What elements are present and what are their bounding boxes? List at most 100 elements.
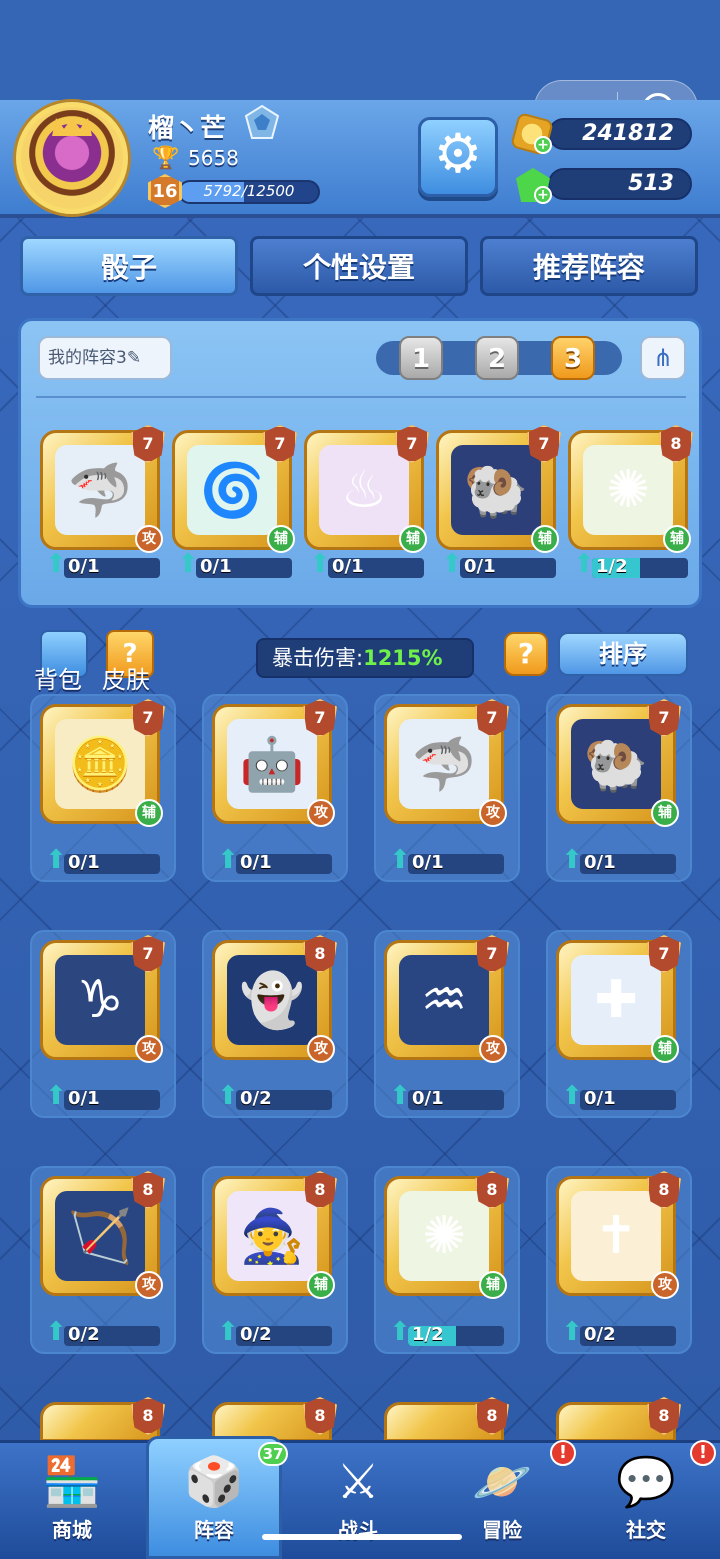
upgrade-arrow-icon: ⬆ xyxy=(45,1081,67,1111)
progress-text: 0/2 xyxy=(240,1088,272,1109)
trophy-count: 5658 xyxy=(188,146,239,170)
dice-role-badge: 辅 xyxy=(479,1271,507,1299)
rank-diamond-icon xyxy=(244,104,280,139)
dice-card[interactable]: 🦈 7 攻 xyxy=(40,425,165,553)
upgrade-arrow-icon: ⬆ xyxy=(45,1317,67,1347)
dice-card[interactable]: ♑ 7 攻 xyxy=(40,935,165,1063)
dice-icon: ✺ xyxy=(422,1206,466,1266)
slot-2-button[interactable]: 2 xyxy=(475,336,519,380)
coin-value: 241812 xyxy=(582,121,674,146)
dice-card[interactable]: ✺ 8 辅 xyxy=(568,425,693,553)
backpack-label[interactable]: 背包 xyxy=(34,660,82,695)
progress-text: 0/2 xyxy=(240,1324,272,1345)
nav-shop[interactable]: 🏪 商城 xyxy=(12,1450,132,1550)
player-name: 榴丶芒 xyxy=(148,114,227,144)
progress-text: 0/1 xyxy=(68,1088,100,1109)
upgrade-arrow-icon: ⬆ xyxy=(389,845,411,875)
upgrade-arrow-icon: ⬆ xyxy=(45,845,67,875)
dice-role-badge: 辅 xyxy=(663,525,691,553)
dice-icon: 🐏 xyxy=(583,734,649,795)
share-button[interactable]: ⋔ xyxy=(640,336,686,380)
dice-level-badge: 8 xyxy=(303,1397,337,1435)
dice-upgrade-progress: ⬆ 1/2 xyxy=(386,1318,504,1346)
dice-icon: ✚ xyxy=(594,970,638,1030)
dice-face: 👻 xyxy=(227,955,317,1045)
dice-level-badge: 8 xyxy=(647,1397,681,1435)
gem-value: 513 xyxy=(628,171,674,196)
dice-card[interactable]: 🌀 7 辅 xyxy=(172,425,297,553)
sort-button[interactable]: 排序 xyxy=(558,632,688,676)
upgrade-arrow-icon: ⬆ xyxy=(45,549,67,579)
dice-card[interactable]: 🪙 7 辅 xyxy=(40,699,165,827)
dice-card[interactable]: 🧙 8 辅 xyxy=(212,1171,337,1299)
dice-upgrade-progress: ⬆ 0/1 xyxy=(558,1082,676,1110)
progress-text: 0/1 xyxy=(68,556,100,577)
slot-1-button[interactable]: 1 xyxy=(399,336,443,380)
dice-card[interactable]: 👻 8 攻 xyxy=(212,935,337,1063)
adventure-alert-badge: ! xyxy=(550,1440,576,1466)
add-coin-icon[interactable]: + xyxy=(534,136,552,154)
dice-face: ♒ xyxy=(399,955,489,1045)
tab-recommended[interactable]: 推荐阵容 xyxy=(480,236,698,296)
upgrade-arrow-icon: ⬆ xyxy=(389,1317,411,1347)
dice-upgrade-progress: ⬆ 1/2 xyxy=(570,550,688,578)
trophy-icon: 🏆 xyxy=(152,146,180,171)
progress-text: 0/1 xyxy=(584,852,616,873)
dice-upgrade-progress: ⬆ 0/2 xyxy=(214,1318,332,1346)
nav-social[interactable]: 💬 社交 xyxy=(586,1450,706,1550)
dice-card-partial[interactable]: 8 xyxy=(40,1397,165,1442)
dice-icon: 👻 xyxy=(239,970,305,1031)
dice-card[interactable]: ✚ 7 辅 xyxy=(556,935,681,1063)
dice-card[interactable]: 🤖 7 攻 xyxy=(212,699,337,827)
upgrade-arrow-icon: ⬆ xyxy=(561,1317,583,1347)
gear-icon[interactable]: ⚙ xyxy=(430,126,486,182)
help-button[interactable]: ? xyxy=(504,632,548,676)
dice-icon: ♨ xyxy=(340,460,388,520)
dice-role-badge: 攻 xyxy=(307,799,335,827)
dice-card[interactable]: 🦈 7 攻 xyxy=(384,699,509,827)
dice-card[interactable]: 🐏 7 辅 xyxy=(436,425,561,553)
dice-face: 🐏 xyxy=(451,445,541,535)
dice-card[interactable]: ✺ 8 辅 xyxy=(384,1171,509,1299)
dice-card[interactable]: ♨ 7 辅 xyxy=(304,425,429,553)
dice-upgrade-progress: ⬆ 0/1 xyxy=(386,846,504,874)
planet-icon: 🪐 xyxy=(472,1454,532,1510)
dice-face: 🐏 xyxy=(571,719,661,809)
nav-lineup[interactable]: 🎲 阵容 xyxy=(154,1450,274,1550)
tab-personalize[interactable]: 个性设置 xyxy=(250,236,468,296)
swords-icon: ⚔ xyxy=(336,1454,380,1510)
add-gem-icon[interactable]: + xyxy=(534,186,552,204)
dice-role-badge: 辅 xyxy=(651,1035,679,1063)
dice-icon: 🤖 xyxy=(239,734,305,795)
dice-icon: ♑ xyxy=(76,970,124,1030)
upgrade-arrow-icon: ⬆ xyxy=(177,549,199,579)
dice-card[interactable]: ♒ 7 攻 xyxy=(384,935,509,1063)
upgrade-arrow-icon: ⬆ xyxy=(573,549,595,579)
share-icon: ⋔ xyxy=(652,344,674,372)
dice-upgrade-progress: ⬆ 0/1 xyxy=(42,550,160,578)
dice-card[interactable]: ✝ 8 攻 xyxy=(556,1171,681,1299)
crit-damage-display: 暴击伤害:1215% xyxy=(256,638,474,678)
dice-role-badge: 攻 xyxy=(651,1271,679,1299)
dice-upgrade-progress: ⬆ 0/1 xyxy=(174,550,292,578)
dice-upgrade-progress: ⬆ 0/1 xyxy=(558,846,676,874)
home-indicator xyxy=(262,1534,462,1540)
dice-role-badge: 辅 xyxy=(399,525,427,553)
dice-level-badge: 8 xyxy=(131,1397,165,1435)
progress-text: 0/1 xyxy=(200,556,232,577)
dice-role-badge: 辅 xyxy=(135,799,163,827)
upgrade-arrow-icon: ⬆ xyxy=(217,1081,239,1111)
progress-text: 0/1 xyxy=(68,852,100,873)
dice-role-badge: 辅 xyxy=(267,525,295,553)
tab-dice[interactable]: 骰子 xyxy=(20,236,238,296)
dice-card[interactable]: 🏹 8 攻 xyxy=(40,1171,165,1299)
slot-3-button[interactable]: 3 xyxy=(551,336,595,380)
crit-label: 暴击伤害: xyxy=(272,646,364,670)
dice-card[interactable]: 🐏 7 辅 xyxy=(556,699,681,827)
dice-upgrade-progress: ⬆ 0/1 xyxy=(438,550,556,578)
dice-card-partial[interactable]: 8 xyxy=(556,1397,681,1442)
my-lineup-button[interactable]: 我的阵容3✎ xyxy=(38,336,172,380)
skin-label[interactable]: 皮肤 xyxy=(102,660,150,695)
dice-role-badge: 辅 xyxy=(307,1271,335,1299)
dice-card-partial[interactable]: 8 xyxy=(384,1397,509,1442)
